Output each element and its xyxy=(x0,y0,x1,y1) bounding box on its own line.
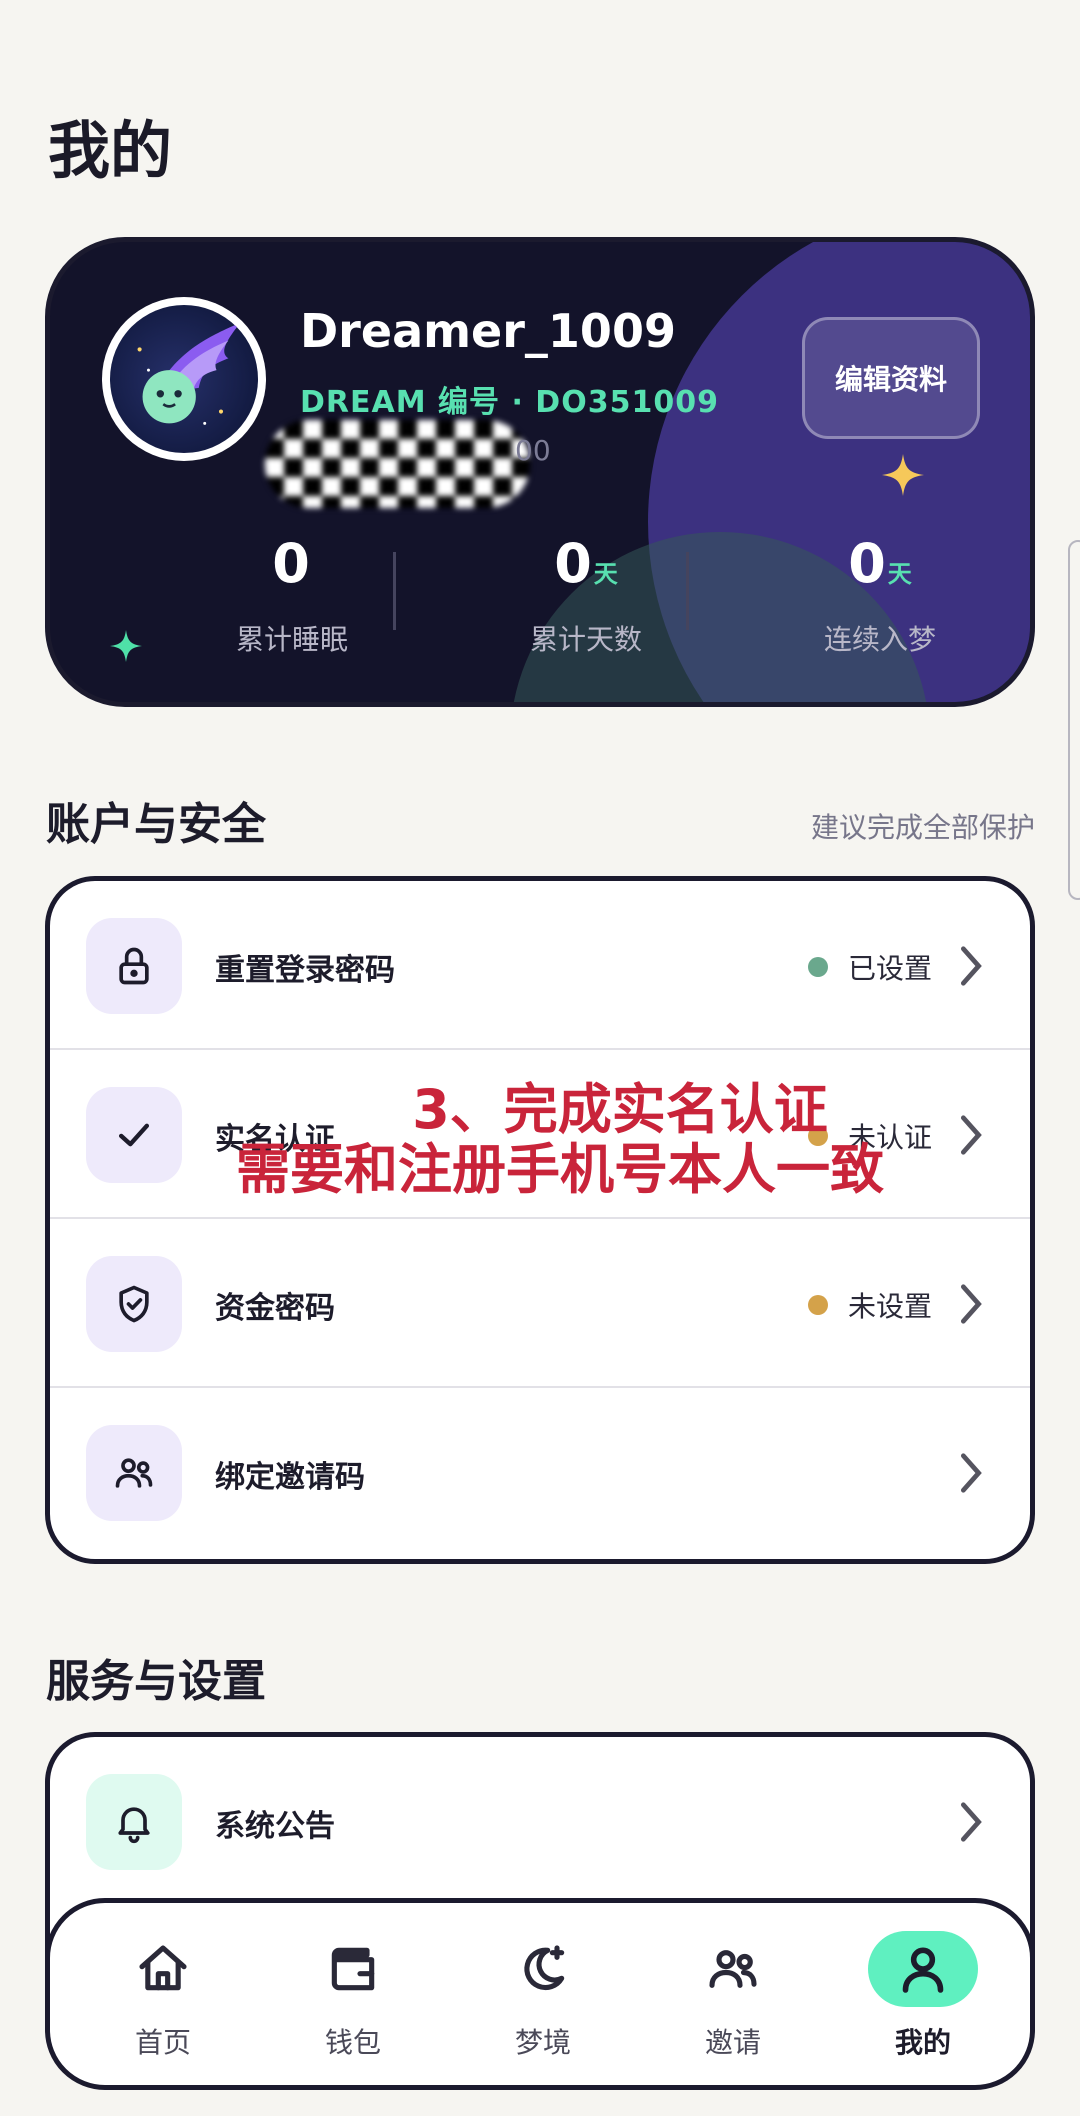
stat-value: 0 xyxy=(554,532,592,595)
stat-label: 累计天数 xyxy=(529,623,642,656)
stat-total-days: 0天 累计天数 xyxy=(456,532,716,658)
profile-card: Dreamer_1009 DREAM 编号 · DO351009 00 编辑资料… xyxy=(45,237,1035,707)
list-item-reset-password[interactable]: 重置登录密码 已设置 xyxy=(50,881,1030,1050)
list-item-bind-invite-code[interactable]: 绑定邀请码 xyxy=(50,1388,1030,1557)
nav-wallet[interactable]: 钱包 xyxy=(278,1931,428,2061)
nav-home[interactable]: 首页 xyxy=(88,1931,238,2061)
chevron-right-icon xyxy=(960,946,982,986)
section-title-services: 服务与设置 xyxy=(46,1656,266,1707)
status-badge: 已设置 xyxy=(807,947,932,987)
chevron-right-icon xyxy=(960,1453,982,1493)
nav-label: 钱包 xyxy=(324,2026,381,2059)
divider xyxy=(393,552,396,630)
section-hint: 建议完成全部保护 xyxy=(810,811,1035,844)
nav-invite[interactable]: 邀请 xyxy=(658,1931,808,2061)
person-icon xyxy=(868,1931,978,2007)
nav-label: 首页 xyxy=(134,2026,191,2059)
moon-icon xyxy=(488,1931,598,2007)
avatar[interactable] xyxy=(102,297,266,461)
row-label: 系统公告 xyxy=(215,1809,335,1844)
edit-profile-button[interactable]: 编辑资料 xyxy=(802,317,980,439)
dream-id: DREAM 编号 · DO351009 xyxy=(300,385,719,420)
list-item-fund-password[interactable]: 资金密码 未设置 xyxy=(50,1219,1030,1388)
redacted-phone xyxy=(265,420,530,508)
username: Dreamer_1009 xyxy=(300,304,676,358)
stat-value: 0 xyxy=(272,532,310,595)
nav-mine[interactable]: 我的 xyxy=(848,1931,998,2061)
stat-total-sleep: 0 累计睡眠 xyxy=(162,532,422,658)
scrollbar[interactable] xyxy=(1068,540,1080,900)
nav-label: 梦境 xyxy=(514,2026,571,2059)
bottom-nav: 首页 钱包 梦境 邀请 我的 xyxy=(45,1898,1035,2090)
sparkle-icon xyxy=(882,454,924,496)
status-badge: 未设置 xyxy=(807,1285,932,1325)
stat-unit: 天 xyxy=(887,560,912,588)
overlay-caption-line2: 需要和注册手机号本人一致 xyxy=(236,1138,884,1201)
users-icon xyxy=(86,1425,182,1521)
list-item-system-notice[interactable]: 系统公告 xyxy=(50,1737,1030,1906)
stat-label: 累计睡眠 xyxy=(235,623,348,656)
avatar-comet-icon xyxy=(137,322,241,425)
page-title: 我的 xyxy=(48,114,173,187)
nav-dream[interactable]: 梦境 xyxy=(468,1931,618,2061)
row-label: 资金密码 xyxy=(215,1291,335,1326)
status-text: 未设置 xyxy=(847,1290,932,1323)
row-label: 重置登录密码 xyxy=(215,953,395,988)
nav-label: 我的 xyxy=(894,2026,951,2059)
home-icon xyxy=(108,1931,218,2007)
divider xyxy=(686,552,689,630)
status-dot xyxy=(807,1295,828,1315)
stat-unit: 天 xyxy=(593,560,618,588)
wallet-icon xyxy=(298,1931,408,2007)
shield-check-icon xyxy=(86,1256,182,1352)
status-dot xyxy=(807,957,828,977)
bell-icon xyxy=(86,1774,182,1870)
chevron-right-icon xyxy=(960,1115,982,1155)
stats-row: 0 累计睡眠 0天 累计天数 0天 连续入梦 xyxy=(50,532,1030,656)
section-title-account: 账户与安全 xyxy=(46,799,266,850)
chevron-right-icon xyxy=(960,1802,982,1842)
overlay-caption: 3、完成实名认证 需要和注册手机号本人一致 xyxy=(236,1078,960,1200)
overlay-caption-line1: 3、完成实名认证 xyxy=(412,1078,828,1141)
users-icon xyxy=(678,1931,788,2007)
stat-label: 连续入梦 xyxy=(823,623,936,656)
account-security-list: 重置登录密码 已设置 实名认证 未认证 资金密码 未设置 绑定邀请码 xyxy=(45,876,1035,1564)
lock-icon xyxy=(86,918,182,1014)
nav-label: 邀请 xyxy=(704,2026,761,2059)
row-label: 绑定邀请码 xyxy=(215,1460,365,1495)
status-text: 已设置 xyxy=(847,952,932,985)
stat-value: 0 xyxy=(848,532,886,595)
redacted-phone-tail: 00 xyxy=(515,434,551,467)
stat-streak: 0天 连续入梦 xyxy=(750,532,1010,658)
chevron-right-icon xyxy=(960,1284,982,1324)
